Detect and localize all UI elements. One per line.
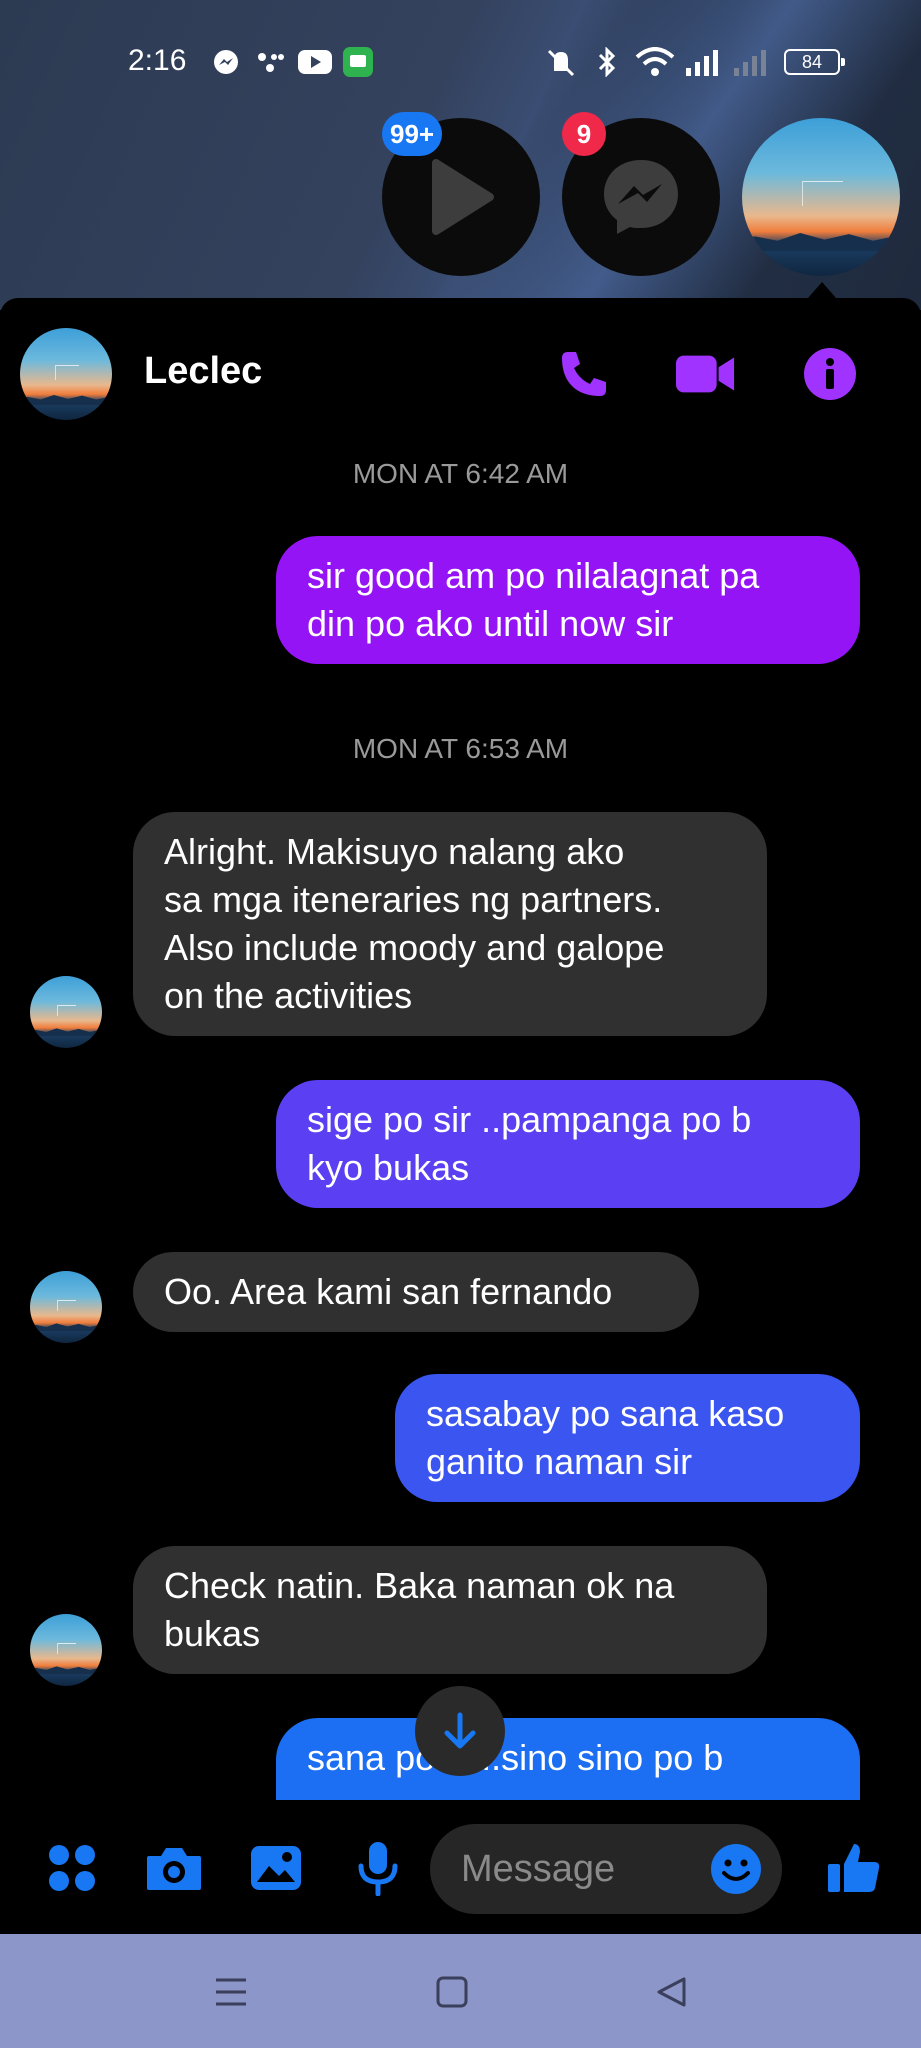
- contact-name[interactable]: Leclec: [144, 350, 262, 393]
- message-text: Oo. Area kami san fernando: [164, 1271, 613, 1312]
- contact-avatar[interactable]: [20, 328, 112, 420]
- camera-icon: [147, 1848, 201, 1890]
- badge-video: 99+: [382, 112, 443, 156]
- chat-head-leclec[interactable]: [742, 118, 900, 276]
- composer: [0, 1800, 921, 1934]
- image-icon: [251, 1846, 301, 1890]
- status-bar: 2:16 84: [0, 40, 921, 84]
- message-outgoing[interactable]: sir good am po nilalagnat pa din po ako …: [276, 536, 860, 664]
- info-button[interactable]: [800, 344, 860, 404]
- signal-2-icon: [732, 48, 770, 76]
- message-text: sige po sir ..pampanga po b kyo bukas: [307, 1099, 752, 1188]
- badge-messenger: 9: [562, 112, 606, 156]
- signal-icon: [684, 48, 722, 76]
- like-button[interactable]: [824, 1838, 884, 1898]
- mute-icon: [544, 48, 578, 77]
- message-incoming[interactable]: Alright. Makisuyo nalang ako sa mga iten…: [133, 812, 767, 1036]
- smiley-icon: [711, 1844, 761, 1894]
- microphone-icon: [358, 1842, 398, 1896]
- sender-avatar[interactable]: [30, 1271, 102, 1343]
- back-button[interactable]: [646, 1967, 696, 2017]
- info-icon: [804, 348, 856, 400]
- play-icon: [432, 159, 494, 235]
- message-incoming[interactable]: Check natin. Baka naman ok na bukas: [133, 1546, 767, 1674]
- message-outgoing[interactable]: sige po sir ..pampanga po b kyo bukas: [276, 1080, 860, 1208]
- gallery-button[interactable]: [246, 1838, 306, 1898]
- sender-avatar[interactable]: [30, 976, 102, 1048]
- dots-icon: [256, 48, 286, 76]
- chat-head-pointer: [808, 282, 836, 298]
- message-text: Alright. Makisuyo nalang ako sa mga iten…: [164, 831, 665, 1016]
- video-call-button[interactable]: [676, 344, 736, 404]
- youtube-icon: [298, 48, 332, 76]
- grid-dots-icon: [49, 1845, 95, 1891]
- status-time: 2:16: [128, 44, 187, 77]
- scroll-to-bottom-button[interactable]: [415, 1686, 505, 1776]
- wifi-icon: [635, 47, 675, 76]
- menu-icon: [216, 1978, 246, 2006]
- video-camera-icon: [676, 355, 735, 393]
- triangle-back-icon: [657, 1977, 686, 2007]
- bluetooth-icon: [595, 47, 619, 77]
- voice-clip-button[interactable]: [348, 1838, 408, 1898]
- camera-button[interactable]: [144, 1838, 204, 1898]
- system-nav-bar: [0, 1934, 921, 2048]
- message-text: sana po sir..sino sino po b: [307, 1737, 724, 1778]
- recent-apps-button[interactable]: [206, 1967, 256, 2017]
- message-outgoing[interactable]: sasabay po sana kaso ganito naman sir: [395, 1374, 860, 1502]
- messages-icon: [343, 47, 373, 77]
- message-text: sir good am po nilalagnat pa din po ako …: [307, 555, 760, 644]
- thumbs-up-icon: [828, 1844, 880, 1892]
- square-icon: [436, 1976, 468, 2008]
- home-button[interactable]: [427, 1967, 477, 2017]
- more-actions-button[interactable]: [42, 1838, 102, 1898]
- message-incoming[interactable]: Oo. Area kami san fernando: [133, 1252, 699, 1332]
- battery-indicator: 84: [784, 49, 845, 75]
- voice-call-button[interactable]: [554, 344, 614, 404]
- messenger-logo-icon: [604, 160, 678, 234]
- timestamp: MON AT 6:53 AM: [352, 733, 569, 764]
- arrow-down-icon: [444, 1712, 476, 1749]
- messenger-icon: [212, 48, 240, 76]
- message-text: Check natin. Baka naman ok na bukas: [164, 1565, 675, 1654]
- timestamp: MON AT 6:42 AM: [352, 458, 569, 489]
- message-text: sasabay po sana kaso ganito naman sir: [426, 1393, 785, 1482]
- sender-avatar[interactable]: [30, 1614, 102, 1686]
- phone-icon: [562, 352, 606, 396]
- emoji-button[interactable]: [710, 1843, 762, 1895]
